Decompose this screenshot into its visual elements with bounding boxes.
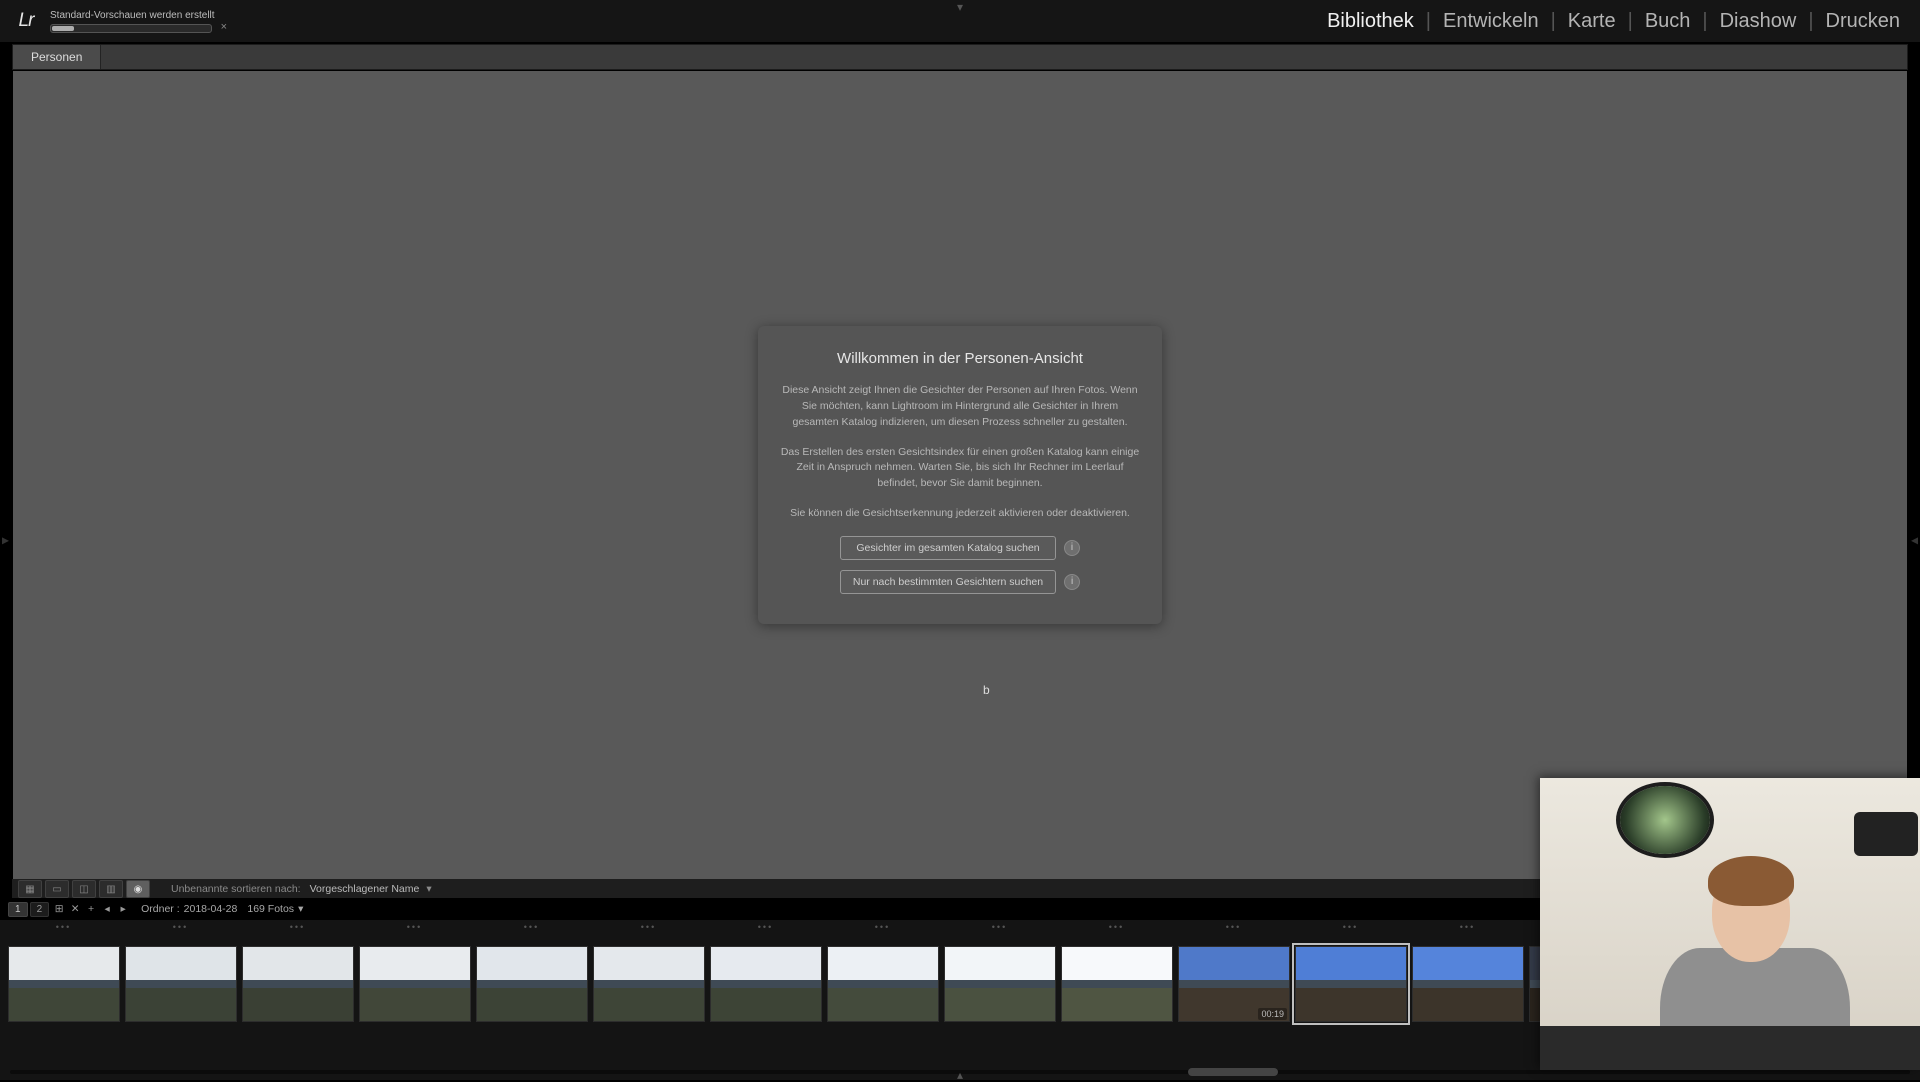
progress-label: Standard-Vorschauen werden erstellt [50,10,215,21]
right-panel-toggle[interactable]: ◂ [1911,532,1918,549]
monitor-1-button[interactable]: 1 [8,902,28,917]
survey-view-icon[interactable]: ▥ [99,880,123,898]
source-path-value[interactable]: 2018-04-28 [184,903,238,915]
top-bar: Lr Standard-Vorschauen werden erstellt ×… [0,0,1920,42]
filmstrip-thumbnail[interactable]: ••• 00:19 [1176,920,1291,1048]
filmstrip-thumbnail[interactable]: ••• [1059,920,1174,1048]
filmstrip-thumbnail[interactable]: ••• [1293,920,1408,1048]
info-icon[interactable]: i [1064,574,1080,590]
source-dropdown-icon[interactable]: ▾ [298,903,303,915]
grid-toggle-icon[interactable]: ⊞ [51,903,67,915]
module-separator: | [1543,10,1564,33]
thumb-drag-handle[interactable]: ••• [708,922,823,932]
thumb-drag-handle[interactable]: ••• [591,922,706,932]
filmstrip-thumbnail[interactable]: ••• [825,920,940,1048]
photo-count: 169 Fotos [247,903,294,915]
camera-prop [1854,812,1918,856]
module-picker: Bibliothek | Entwickeln | Karte | Buch |… [1323,0,1904,42]
view-tab-strip: Personen [12,44,1908,70]
people-welcome-dialog: Willkommen in der Personen-Ansicht Diese… [758,326,1162,623]
top-panel-toggle[interactable]: ▾ [957,0,963,14]
monitor-2-button[interactable]: 2 [30,902,50,917]
filmstrip-thumbnail[interactable]: ••• [708,920,823,1048]
filmstrip-thumbnail[interactable]: ••• [1410,920,1525,1048]
sort-label: Unbenannte sortieren nach: [171,883,301,895]
progress-close-button[interactable]: × [221,21,227,33]
people-view-icon[interactable]: ◉ [126,880,150,898]
presenter [1650,838,1850,1058]
prev-source-icon[interactable]: ◂ [99,903,115,915]
thumb-drag-handle[interactable]: ••• [1293,922,1408,932]
main-canvas: Willkommen in der Personen-Ansicht Diese… [12,70,1908,880]
next-source-icon[interactable]: ▸ [115,903,131,915]
dialog-paragraph: Das Erstellen des ersten Gesichtsindex f… [780,445,1140,492]
filmstrip-thumbnail[interactable]: ••• [942,920,1057,1048]
filmstrip-thumbnail[interactable]: ••• [591,920,706,1048]
grid-view-icon[interactable]: ▦ [18,880,42,898]
thumb-drag-handle[interactable]: ••• [474,922,589,932]
left-panel-toggle[interactable]: ▸ [2,532,9,549]
filmstrip-thumbnail[interactable]: ••• [240,920,355,1048]
dialog-title: Willkommen in der Personen-Ansicht [780,350,1140,367]
filmstrip-thumbnail[interactable]: ••• [123,920,238,1048]
info-icon[interactable]: i [1064,540,1080,556]
filmstrip-thumbnail[interactable]: ••• [6,920,121,1048]
module-drucken[interactable]: Drucken [1822,10,1904,33]
video-duration-badge: 00:19 [1258,1008,1287,1020]
sort-value[interactable]: Vorgeschlagener Name [310,883,420,895]
module-diashow[interactable]: Diashow [1716,10,1801,33]
module-separator: | [1418,10,1439,33]
filmstrip-thumbnail[interactable]: ••• [474,920,589,1048]
thumb-drag-handle[interactable]: ••• [123,922,238,932]
compare-view-icon[interactable]: ◫ [72,880,96,898]
module-separator: | [1620,10,1641,33]
close-secondary-icon[interactable]: ✕ [67,903,83,915]
text-cursor-mark: b [983,683,990,697]
add-button[interactable]: + [83,903,99,915]
sort-dropdown-icon[interactable]: ▾ [426,883,431,895]
module-buch[interactable]: Buch [1641,10,1695,33]
thumb-drag-handle[interactable]: ••• [240,922,355,932]
dialog-paragraph: Sie können die Gesichtserkennung jederze… [780,506,1140,522]
thumb-drag-handle[interactable]: ••• [6,922,121,932]
webcam-overlay [1540,778,1920,1070]
module-separator: | [1800,10,1821,33]
desk [1540,1026,1920,1070]
thumb-drag-handle[interactable]: ••• [942,922,1057,932]
find-faces-selection-button[interactable]: Nur nach bestimmten Gesichtern suchen [840,570,1056,594]
thumb-drag-handle[interactable]: ••• [1059,922,1174,932]
module-separator: | [1694,10,1715,33]
scrollbar-thumb[interactable] [1188,1068,1278,1076]
source-path-label: Ordner : [141,903,180,915]
dialog-paragraph: Diese Ansicht zeigt Ihnen die Gesichter … [780,383,1140,430]
loupe-view-icon[interactable]: ▭ [45,880,69,898]
progress-bar: × [50,24,212,33]
progress-fill [52,26,74,31]
thumb-drag-handle[interactable]: ••• [825,922,940,932]
filmstrip-thumbnail[interactable]: ••• [357,920,472,1048]
tab-personen[interactable]: Personen [13,45,101,69]
app-logo: Lr [0,10,46,32]
module-entwickeln[interactable]: Entwickeln [1439,10,1543,33]
module-karte[interactable]: Karte [1564,10,1620,33]
thumb-drag-handle[interactable]: ••• [1176,922,1291,932]
progress-indicator: Standard-Vorschauen werden erstellt × [50,10,215,33]
module-bibliothek[interactable]: Bibliothek [1323,10,1418,33]
thumb-drag-handle[interactable]: ••• [357,922,472,932]
thumb-drag-handle[interactable]: ••• [1410,922,1525,932]
find-faces-catalog-button[interactable]: Gesichter im gesamten Katalog suchen [840,536,1056,560]
